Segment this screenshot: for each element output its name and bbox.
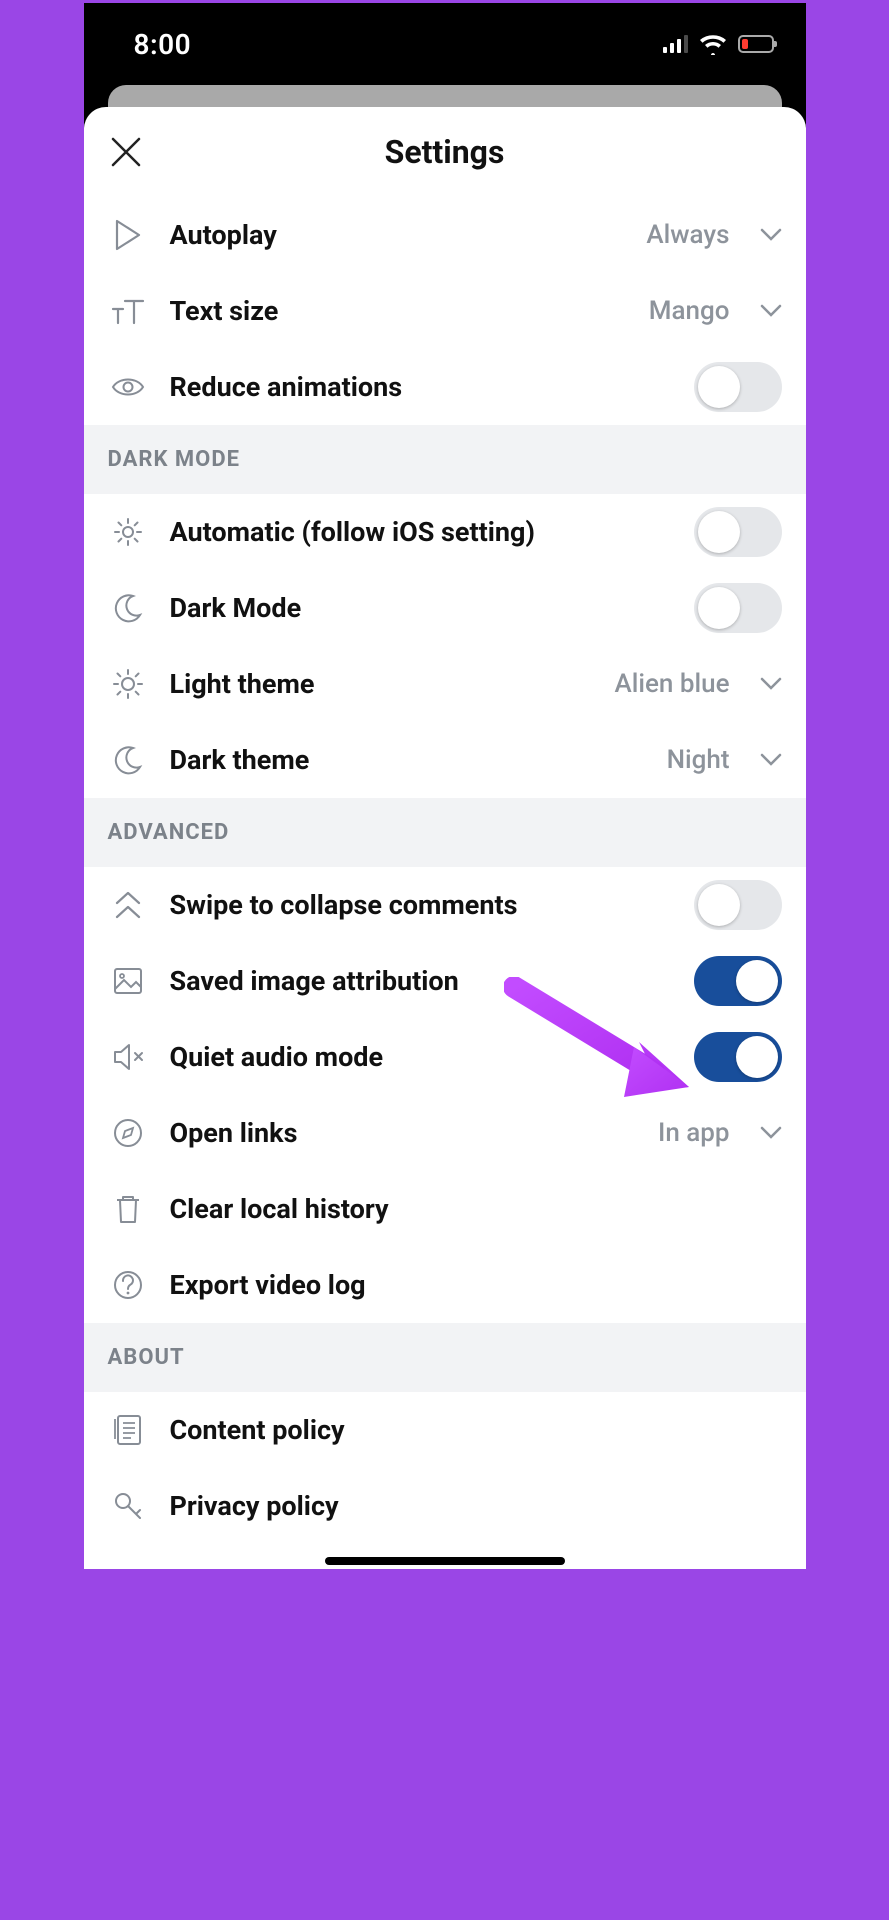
section-header-about: ABOUT bbox=[84, 1323, 806, 1392]
row-automatic-dark[interactable]: Automatic (follow iOS setting) bbox=[84, 494, 806, 570]
row-text-size[interactable]: Text size Mango bbox=[84, 273, 806, 349]
close-button[interactable] bbox=[104, 130, 148, 174]
row-label: Swipe to collapse comments bbox=[170, 889, 672, 921]
home-indicator bbox=[325, 1557, 565, 1565]
row-swipe-collapse[interactable]: Swipe to collapse comments bbox=[84, 867, 806, 943]
sheet-header: Settings bbox=[84, 107, 806, 197]
row-light-theme[interactable]: Light theme Alien blue bbox=[84, 646, 806, 722]
row-label: Content policy bbox=[170, 1414, 782, 1446]
row-label: Open links bbox=[170, 1117, 636, 1149]
compass-icon bbox=[108, 1117, 148, 1149]
toggle-saved-image-attribution[interactable] bbox=[694, 956, 782, 1006]
moon-icon bbox=[108, 593, 148, 623]
row-label: Clear local history bbox=[170, 1193, 782, 1225]
row-quiet-audio[interactable]: Quiet audio mode bbox=[84, 1019, 806, 1095]
row-label: Autoplay bbox=[170, 219, 625, 251]
gear-icon bbox=[108, 516, 148, 548]
toggle-auto-dark[interactable] bbox=[694, 507, 782, 557]
row-clear-history[interactable]: Clear local history bbox=[84, 1171, 806, 1247]
row-label: Quiet audio mode bbox=[170, 1041, 672, 1073]
row-value: Night bbox=[667, 745, 730, 775]
battery-icon bbox=[738, 35, 774, 53]
row-open-links[interactable]: Open links In app bbox=[84, 1095, 806, 1171]
row-label: Saved image attribution bbox=[170, 965, 672, 997]
page-title: Settings bbox=[385, 133, 505, 171]
help-icon bbox=[108, 1269, 148, 1301]
trash-icon bbox=[108, 1193, 148, 1225]
play-icon bbox=[108, 219, 148, 251]
row-value: Always bbox=[646, 220, 729, 250]
row-autoplay[interactable]: Autoplay Always bbox=[84, 197, 806, 273]
chevron-down-icon bbox=[760, 753, 782, 767]
row-label: Privacy policy bbox=[170, 1490, 782, 1522]
row-saved-image-attribution[interactable]: Saved image attribution bbox=[84, 943, 806, 1019]
section-header-advanced: ADVANCED bbox=[84, 798, 806, 867]
toggle-reduce-animations[interactable] bbox=[694, 362, 782, 412]
eye-icon bbox=[108, 376, 148, 398]
row-value: Alien blue bbox=[615, 669, 730, 699]
key-icon bbox=[108, 1490, 148, 1522]
cellular-icon bbox=[663, 35, 688, 53]
moon-icon bbox=[108, 745, 148, 775]
collapse-icon bbox=[108, 890, 148, 920]
row-value: In app bbox=[658, 1118, 730, 1148]
wifi-icon bbox=[698, 33, 728, 55]
toggle-dark-mode[interactable] bbox=[694, 583, 782, 633]
status-time: 8:00 bbox=[134, 28, 192, 61]
row-label: Reduce animations bbox=[170, 371, 672, 403]
settings-sheet: Settings Autoplay Always Text size Mango bbox=[84, 107, 806, 1569]
image-icon bbox=[108, 967, 148, 995]
chevron-down-icon bbox=[760, 1126, 782, 1140]
row-label: Export video log bbox=[170, 1269, 782, 1301]
sun-icon bbox=[108, 668, 148, 700]
mute-icon bbox=[108, 1043, 148, 1071]
sheet-backdrop bbox=[108, 85, 782, 107]
chevron-down-icon bbox=[760, 304, 782, 318]
row-reduce-animations[interactable]: Reduce animations bbox=[84, 349, 806, 425]
row-label: Dark theme bbox=[170, 744, 645, 776]
text-size-icon bbox=[108, 297, 148, 325]
row-label: Text size bbox=[170, 295, 627, 327]
chevron-down-icon bbox=[760, 677, 782, 691]
chevron-down-icon bbox=[760, 228, 782, 242]
row-dark-theme[interactable]: Dark theme Night bbox=[84, 722, 806, 798]
row-content-policy[interactable]: Content policy bbox=[84, 1392, 806, 1468]
row-label: Automatic (follow iOS setting) bbox=[170, 516, 672, 548]
status-icons bbox=[663, 33, 774, 55]
document-icon bbox=[108, 1413, 148, 1447]
row-value: Mango bbox=[649, 296, 730, 326]
row-export-video-log[interactable]: Export video log bbox=[84, 1247, 806, 1323]
row-dark-mode[interactable]: Dark Mode bbox=[84, 570, 806, 646]
row-label: Light theme bbox=[170, 668, 593, 700]
toggle-swipe-collapse[interactable] bbox=[694, 880, 782, 930]
row-privacy-policy[interactable]: Privacy policy bbox=[84, 1468, 806, 1544]
toggle-quiet-audio[interactable] bbox=[694, 1032, 782, 1082]
close-icon bbox=[109, 135, 143, 169]
row-label: Dark Mode bbox=[170, 592, 672, 624]
status-bar: 8:00 bbox=[84, 3, 806, 85]
section-header-dark-mode: DARK MODE bbox=[84, 425, 806, 494]
